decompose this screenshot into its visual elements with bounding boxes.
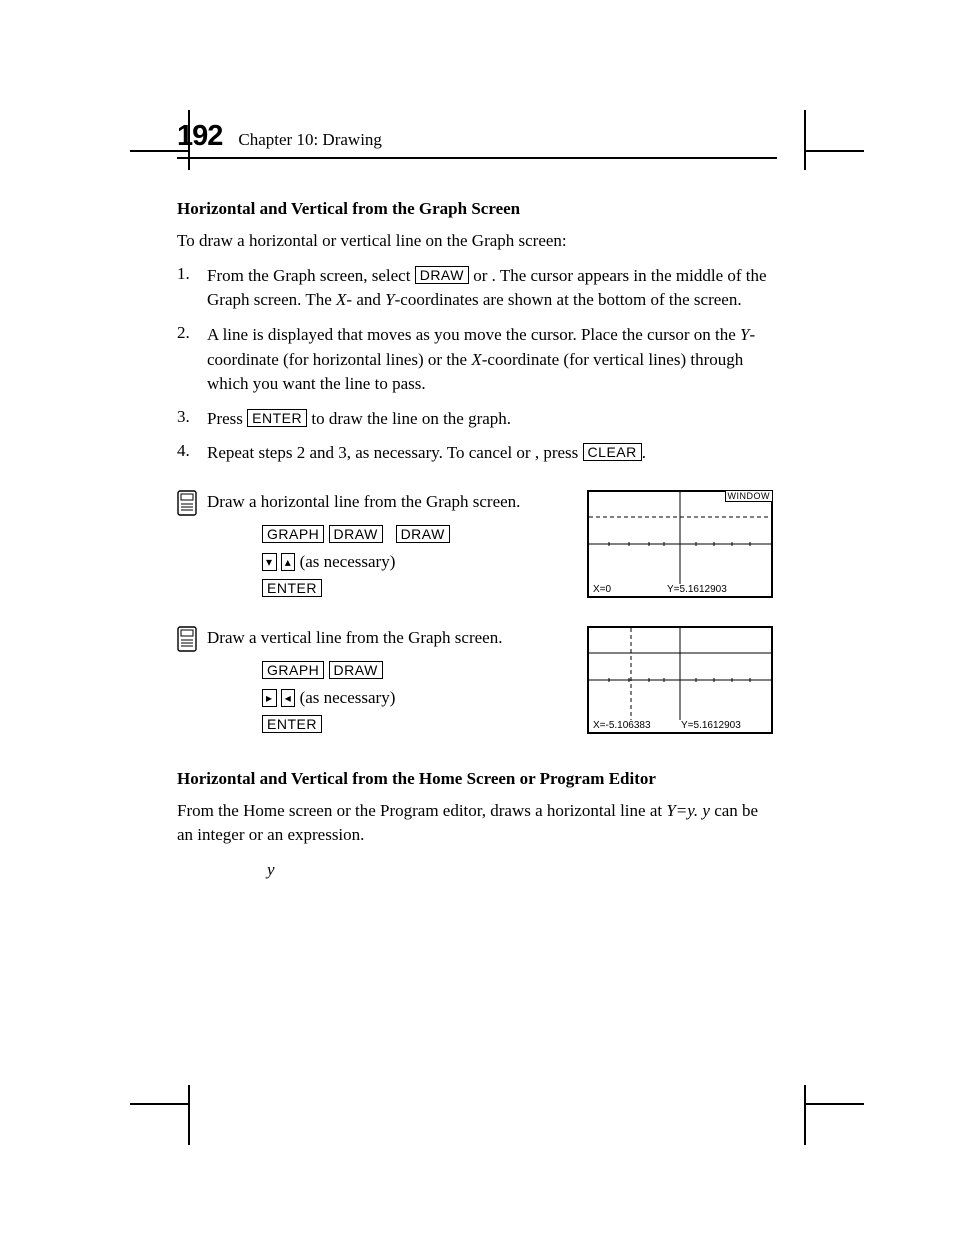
clear-key: CLEAR [583, 443, 642, 461]
screen2-x: X=-5.106383 [593, 720, 651, 731]
step4-a: Repeat steps 2 and 3, as necessary. To c… [207, 443, 516, 462]
step3-rest: to draw the line on the graph. [307, 409, 511, 428]
var-x: X [336, 290, 346, 309]
step-4: 4. Repeat steps 2 and 3, as necessary. T… [177, 441, 777, 466]
example1-text: Draw a horizontal line from the Graph sc… [207, 490, 579, 515]
step4-end: . [642, 443, 646, 462]
up-arrow-key: ▴ [281, 553, 296, 571]
step1-pre: From the Graph screen, select [207, 266, 415, 285]
screen1-y: Y=5.1612903 [667, 584, 727, 595]
y-variable-line: y [177, 858, 777, 883]
draw-key: DRAW [329, 525, 383, 543]
enter-key: ENTER [262, 715, 322, 733]
as-necessary: (as necessary) [295, 688, 395, 707]
enter-key: ENTER [247, 409, 307, 427]
section-title-home: Horizontal and Vertical from the Home Sc… [177, 769, 777, 789]
var-y: Y [740, 325, 749, 344]
draw-key: DRAW [329, 661, 383, 679]
step1-mid: or [469, 266, 492, 285]
step1-afterx: - and [346, 290, 385, 309]
draw-key: DRAW [415, 266, 469, 284]
example2-text: Draw a vertical line from the Graph scre… [207, 626, 579, 651]
var-y: y [267, 860, 275, 879]
calculator-screen-1: WINDOW X=0 [587, 490, 777, 598]
step-number: 4. [177, 441, 207, 466]
chapter-line: Chapter 10: Drawing [238, 130, 382, 150]
var-y: Y [385, 290, 394, 309]
calculator-icon [177, 490, 199, 521]
var-x: X [471, 350, 481, 369]
step-number: 1. [177, 264, 207, 313]
step4-press: , press [535, 443, 583, 462]
right-arrow-key: ▸ [262, 689, 277, 707]
step3-press: Press [207, 409, 247, 428]
graph-key: GRAPH [262, 525, 324, 543]
example1-keys: GRAPH DRAW DRAW ▾ ▴ (as necessary) ENTER [262, 521, 579, 603]
step2-a: A line is displayed that moves as you mo… [207, 325, 740, 344]
section2-body: From the Home screen or the Program edit… [177, 799, 777, 848]
as-necessary: (as necessary) [295, 552, 395, 571]
example-vertical: Draw a vertical line from the Graph scre… [177, 626, 777, 738]
enter-key: ENTER [262, 579, 322, 597]
step-number: 3. [177, 407, 207, 432]
page-number: 192 [177, 120, 222, 153]
draw-key: DRAW [396, 525, 450, 543]
step-3: 3. Press ENTER to draw the line on the g… [177, 407, 777, 432]
step-1: 1. From the Graph screen, select DRAW or… [177, 264, 777, 313]
screen1-x: X=0 [593, 584, 611, 595]
sec2-a: From the Home screen or the Program edit… [177, 801, 490, 820]
intro-text: To draw a horizontal or vertical line on… [177, 229, 777, 254]
step4-or: or [516, 443, 534, 462]
graph-key: GRAPH [262, 661, 324, 679]
left-arrow-key: ◂ [281, 689, 296, 707]
screen2-y: Y=5.1612903 [681, 720, 741, 731]
section-title-graph: Horizontal and Vertical from the Graph S… [177, 199, 777, 219]
step-number: 2. [177, 323, 207, 397]
example2-keys: GRAPH DRAW ▸ ◂ (as necessary) ENTER [262, 657, 579, 739]
page-header: 192 Chapter 10: Drawing [177, 120, 777, 159]
sec2-b: draws a horizontal line at [490, 801, 666, 820]
calculator-icon [177, 626, 199, 657]
var-yeqy: Y=y. y [666, 801, 710, 820]
example-horizontal: Draw a horizontal line from the Graph sc… [177, 490, 777, 602]
step1-end: -coordinates are shown at the bottom of … [395, 290, 742, 309]
down-arrow-key: ▾ [262, 553, 277, 571]
step-2: 2. A line is displayed that moves as you… [177, 323, 777, 397]
calculator-screen-2: X=-5.106383 Y=5.1612903 [587, 626, 777, 734]
